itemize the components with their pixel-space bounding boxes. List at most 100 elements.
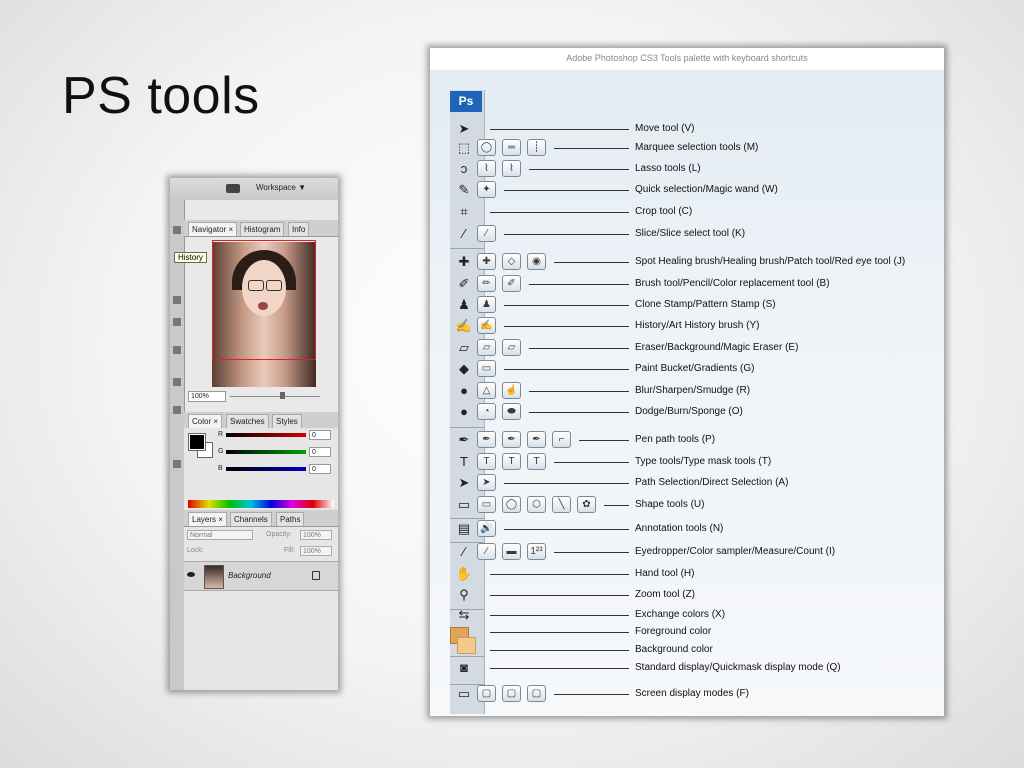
tab-paths[interactable]: Paths xyxy=(276,512,305,526)
color-spectrum[interactable] xyxy=(188,500,334,508)
pen-subtool-button[interactable]: ⌐ xyxy=(552,431,571,448)
opacity-input[interactable]: 100% xyxy=(300,530,332,540)
paint-bucket-icon[interactable]: ◆ xyxy=(455,361,473,377)
lasso-subtool-button[interactable]: ⌇ xyxy=(477,160,496,177)
crop-icon[interactable]: ⌗ xyxy=(455,204,473,220)
shape-subtool-button[interactable]: ◯ xyxy=(502,496,521,513)
annotation-icon[interactable]: ▤ xyxy=(455,521,473,537)
channel-b-slider[interactable] xyxy=(226,467,306,471)
quick-selection-icon[interactable]: ✎ xyxy=(455,182,473,198)
panel-icon[interactable] xyxy=(173,460,181,468)
eraser-subtool-button[interactable]: ▱ xyxy=(477,339,496,356)
dodge-subtool-button[interactable]: ⬬ xyxy=(502,403,521,420)
channel-b-value[interactable]: 0 xyxy=(309,464,331,474)
panel-icon[interactable] xyxy=(173,318,181,326)
pen-icon[interactable]: ✒ xyxy=(455,432,473,448)
panel-icon[interactable] xyxy=(173,296,181,304)
hand-icon[interactable]: ✋ xyxy=(455,566,473,582)
zoom-icon[interactable]: ⚲ xyxy=(455,587,473,603)
pen-subtool-button[interactable]: ✒ xyxy=(502,431,521,448)
path-selection-subtool-button[interactable]: ➤ xyxy=(477,474,496,491)
foreground-swatch[interactable] xyxy=(188,433,206,451)
fill-input[interactable]: 100% xyxy=(300,546,332,556)
type-subtool-button[interactable]: T xyxy=(502,453,521,470)
shape-subtool-button[interactable]: ⬡ xyxy=(527,496,546,513)
tab-navigator[interactable]: Navigator × xyxy=(188,222,238,236)
zoom-slider[interactable] xyxy=(230,396,320,397)
zoom-slider-thumb[interactable] xyxy=(280,392,285,399)
blur-subtool-button[interactable]: △ xyxy=(477,382,496,399)
brush-icon[interactable]: ✐ xyxy=(455,276,473,292)
pen-subtool-button[interactable]: ✒ xyxy=(477,431,496,448)
layer-row[interactable]: Background xyxy=(184,561,338,591)
marquee-subtool-button[interactable]: ═ xyxy=(502,139,521,156)
eyedropper-icon[interactable]: ⁄ xyxy=(455,544,473,560)
eyedropper-subtool-button[interactable]: 1²³ xyxy=(527,543,546,560)
background-color-swatch[interactable] xyxy=(457,637,476,654)
healing-brush-subtool-button[interactable]: ◉ xyxy=(527,253,546,270)
dodge-icon[interactable]: ● xyxy=(455,404,473,420)
tab-styles[interactable]: Styles xyxy=(272,414,302,428)
eye-icon[interactable] xyxy=(187,572,195,577)
screen-mode-subtool-button[interactable]: ▢ xyxy=(477,685,496,702)
tab-color[interactable]: Color × xyxy=(188,414,223,428)
eyedropper-subtool-button[interactable]: ▬ xyxy=(502,543,521,560)
tab-layers[interactable]: Layers × xyxy=(188,512,227,526)
healing-brush-subtool-button[interactable]: ◇ xyxy=(502,253,521,270)
type-icon[interactable]: T xyxy=(455,454,473,470)
dodge-subtool-button[interactable]: ◔ xyxy=(477,403,496,420)
channel-r-value[interactable]: 0 xyxy=(309,430,331,440)
move-icon[interactable]: ➤ xyxy=(455,121,473,137)
annotation-subtool-button[interactable]: 🔊 xyxy=(477,520,496,537)
healing-brush-icon[interactable]: ✚ xyxy=(455,254,473,270)
tab-info[interactable]: Info xyxy=(288,222,310,236)
type-subtool-button[interactable]: T xyxy=(477,453,496,470)
eraser-icon[interactable]: ▱ xyxy=(455,340,473,356)
quick-selection-subtool-button[interactable]: ✦ xyxy=(477,181,496,198)
path-selection-icon[interactable]: ➤ xyxy=(455,475,473,491)
clone-stamp-subtool-button[interactable]: ♟ xyxy=(477,296,496,313)
workspace-menu[interactable]: Workspace ▼ xyxy=(256,183,306,192)
history-brush-icon[interactable]: ✍ xyxy=(455,318,473,334)
screen-mode-icon[interactable]: ▭ xyxy=(455,686,473,702)
lasso-subtool-button[interactable]: ⌇ xyxy=(502,160,521,177)
zoom-input[interactable]: 100% xyxy=(188,391,226,402)
screen-mode-subtool-button[interactable]: ▢ xyxy=(527,685,546,702)
eraser-subtool-button[interactable]: ▱ xyxy=(502,339,521,356)
healing-brush-subtool-button[interactable]: ✚ xyxy=(477,253,496,270)
panel-icon[interactable] xyxy=(173,406,181,414)
shape-icon[interactable]: ▭ xyxy=(455,497,473,513)
panel-icon[interactable] xyxy=(173,226,181,234)
channel-r-slider[interactable] xyxy=(226,433,306,437)
slice-icon[interactable]: ⁄ xyxy=(455,226,473,242)
marquee-icon[interactable]: ⬚ xyxy=(455,140,473,156)
brush-subtool-button[interactable]: ✏ xyxy=(477,275,496,292)
blur-subtool-button[interactable]: ☝ xyxy=(502,382,521,399)
eyedropper-subtool-button[interactable]: ⁄ xyxy=(477,543,496,560)
marquee-subtool-button[interactable]: ┊ xyxy=(527,139,546,156)
blend-mode-select[interactable]: Normal xyxy=(187,530,253,540)
brush-subtool-button[interactable]: ✐ xyxy=(502,275,521,292)
shape-subtool-button[interactable]: ▭ xyxy=(477,496,496,513)
exchange-colors-icon[interactable]: ⇆ xyxy=(455,607,473,623)
paint-bucket-subtool-button[interactable]: ▭ xyxy=(477,360,496,377)
screen-mode-subtool-button[interactable]: ▢ xyxy=(502,685,521,702)
history-brush-subtool-button[interactable]: ✍ xyxy=(477,317,496,334)
marquee-subtool-button[interactable]: ◯ xyxy=(477,139,496,156)
channel-g-value[interactable]: 0 xyxy=(309,447,331,457)
channel-g-slider[interactable] xyxy=(226,450,306,454)
quickmask-icon[interactable]: ◙ xyxy=(455,660,473,676)
navigator-view-box[interactable] xyxy=(212,240,316,360)
tab-channels[interactable]: Channels xyxy=(230,512,272,526)
shape-subtool-button[interactable]: ╲ xyxy=(552,496,571,513)
lasso-icon[interactable]: ↄ xyxy=(455,161,473,177)
type-subtool-button[interactable]: T xyxy=(527,453,546,470)
pen-subtool-button[interactable]: ✒ xyxy=(527,431,546,448)
slice-subtool-button[interactable]: ⁄ xyxy=(477,225,496,242)
blur-icon[interactable]: ● xyxy=(455,383,473,399)
panel-icon[interactable] xyxy=(173,378,181,386)
tab-swatches[interactable]: Swatches xyxy=(226,414,269,428)
clone-stamp-icon[interactable]: ♟ xyxy=(455,297,473,313)
tab-histogram[interactable]: Histogram xyxy=(240,222,285,236)
shape-subtool-button[interactable]: ✿ xyxy=(577,496,596,513)
